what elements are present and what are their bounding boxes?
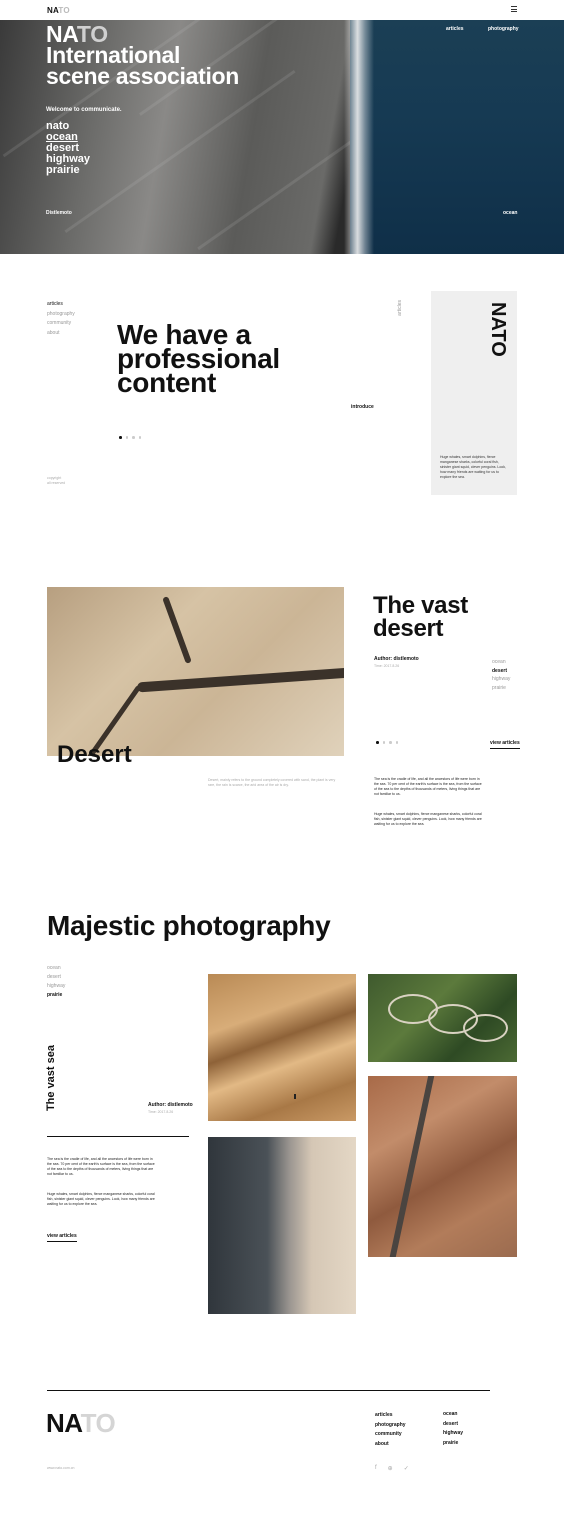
pagination-dot[interactable] [389, 741, 392, 744]
hero-footer-right: ocean [503, 210, 518, 216]
hero-category-list: nato ocean desert highway prairie [46, 121, 90, 176]
photography-paragraph: Huge whales, smart dolphins, fierce mang… [47, 1192, 155, 1206]
pagination-dot[interactable] [382, 741, 385, 744]
divider [47, 1136, 189, 1137]
logo-na: NA [47, 6, 59, 15]
photography-title: Majestic photography [47, 910, 331, 941]
pagination-dot[interactable] [395, 741, 398, 744]
intro-nav-item[interactable]: photography [47, 310, 75, 320]
site-logo[interactable]: NATO [47, 6, 70, 15]
desert-view-articles-link[interactable]: view articles [490, 740, 520, 749]
hero-footer-left: Distlemoto [46, 210, 72, 216]
intro-nav-item[interactable]: about [47, 329, 75, 339]
facebook-icon[interactable]: f [375, 1465, 377, 1472]
hero-nav-photography[interactable]: photography [488, 26, 519, 32]
footer-category-nav: ocean desert highway prairie [443, 1410, 463, 1448]
desert-category-list: ocean desert highway prairie [492, 658, 510, 692]
hero-foam [344, 20, 374, 254]
desert-category-item[interactable]: prairie [492, 684, 510, 693]
photography-author: Author: distlemoto [148, 1102, 193, 1108]
hero-title: NATO International scene association [46, 21, 240, 89]
logo-to: TO [80, 1408, 116, 1438]
intro-pagination [119, 436, 141, 439]
introduce-link[interactable]: introduce [351, 404, 374, 410]
intro-vertical-label: articles [397, 300, 403, 316]
photography-category-item[interactable]: prairie [47, 991, 65, 1000]
photography-category-item[interactable]: desert [47, 973, 65, 982]
footer-category-item[interactable]: prairie [443, 1439, 463, 1449]
desert-time: Time: 2017.8.26 [374, 664, 400, 668]
intro-headline: We have a professional content [117, 319, 280, 398]
footer-nav-item[interactable]: community [375, 1430, 406, 1440]
photography-category-item[interactable]: highway [47, 982, 65, 991]
desert-image[interactable] [47, 587, 344, 756]
hero-welcome: Welcome to communicate. [46, 107, 122, 113]
pagination-dot[interactable] [138, 436, 141, 439]
photography-time: Time: 2017.8.26 [148, 1110, 174, 1114]
intro-nav-item[interactable]: articles [47, 300, 75, 310]
photography-category-list: ocean desert highway prairie [47, 964, 65, 1000]
footer-category-item[interactable]: desert [443, 1420, 463, 1430]
photo-winding-road[interactable] [368, 974, 517, 1062]
photography-vertical-title: The vast sea [45, 1045, 57, 1112]
pagination-dot[interactable] [119, 436, 122, 439]
intro-card-logo: NATO [487, 302, 509, 357]
hero-category-item[interactable]: prairie [46, 165, 90, 176]
desert-paragraph: The sea is the cradle of life, and all t… [374, 777, 482, 796]
intro-small-text: copyright all reserved [47, 476, 66, 485]
pagination-dot[interactable] [376, 741, 379, 744]
footer-nav-item[interactable]: photography [375, 1421, 406, 1431]
intro-nav: articles photography community about [47, 300, 75, 338]
weibo-icon[interactable]: ⊕ [388, 1465, 393, 1472]
photography-paragraph: The sea is the cradle of life, and all t… [47, 1157, 155, 1176]
footer-category-item[interactable]: ocean [443, 1410, 463, 1420]
desert-title: The vast desert [373, 592, 468, 642]
photo-dunes[interactable] [208, 974, 356, 1121]
social-links: f ⊕ ✓ [375, 1465, 409, 1472]
desert-pagination [376, 741, 398, 744]
footer-category-item[interactable]: highway [443, 1429, 463, 1439]
desert-category-item[interactable]: desert [492, 667, 510, 676]
desert-image-label: Desert [57, 741, 132, 768]
footer-nav: articles photography community about [375, 1411, 406, 1449]
footer-divider [47, 1390, 490, 1391]
top-bar [0, 0, 564, 20]
pagination-dot[interactable] [125, 436, 128, 439]
footer-logo[interactable]: NATO [46, 1408, 116, 1439]
desert-caption: Desert, mainly refers to the ground comp… [208, 778, 336, 787]
footer-nav-item[interactable]: articles [375, 1411, 406, 1421]
intro-card-text: Huge whales, smart dolphins, fierce mang… [440, 455, 506, 479]
twitter-icon[interactable]: ✓ [404, 1465, 409, 1472]
footer-url: www.nato.com.cn [47, 1466, 75, 1470]
hero-nav-articles[interactable]: articles [446, 26, 464, 32]
pagination-dot[interactable] [132, 436, 135, 439]
photography-category-item[interactable]: ocean [47, 964, 65, 973]
logo-na: NA [46, 1408, 81, 1438]
menu-icon[interactable] [511, 6, 517, 12]
hero-sea [350, 20, 564, 254]
desert-author: Author: distlemoto [374, 656, 419, 662]
desert-paragraph: Huge whales, smart dolphins, fierce mang… [374, 812, 482, 826]
desert-category-item[interactable]: highway [492, 675, 510, 684]
intro-nav-item[interactable]: community [47, 319, 75, 329]
desert-category-item[interactable]: ocean [492, 658, 510, 667]
photo-beach[interactable] [208, 1137, 356, 1314]
footer-nav-item[interactable]: about [375, 1440, 406, 1450]
photography-view-articles-link[interactable]: view articles [47, 1233, 77, 1242]
logo-to: TO [58, 6, 70, 15]
photo-canyon-road[interactable] [368, 1076, 517, 1257]
